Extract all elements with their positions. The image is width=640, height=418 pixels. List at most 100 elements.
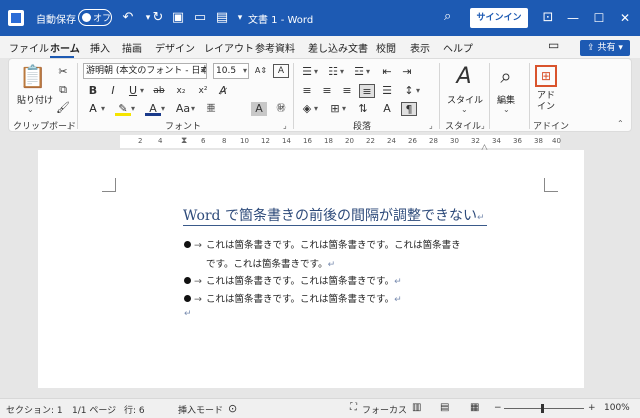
focus-label[interactable]: フォーカス (362, 403, 407, 416)
vertical-ruler[interactable] (0, 150, 13, 388)
document-heading[interactable]: Word で箇条書きの前後の間隔が調整できない↵ (183, 205, 485, 225)
paragraph-launcher-icon[interactable]: ⌟ (429, 121, 433, 130)
focus-icon[interactable]: ⛶ (350, 402, 357, 413)
line-spacing-dropdown-icon[interactable]: ▾ (416, 86, 420, 95)
enclosed-characters-icon[interactable]: ㊖ (273, 102, 289, 116)
text-effects-dropdown-icon[interactable]: ▾ (101, 104, 105, 113)
font-launcher-icon[interactable]: ⌟ (283, 121, 287, 130)
paste-label[interactable]: 貼り付け (17, 93, 53, 106)
paste-icon[interactable]: 📋 (19, 65, 46, 91)
read-mode-icon[interactable]: ▥ (412, 402, 421, 413)
maximize-icon[interactable]: ☐ (588, 8, 610, 28)
numbering-dropdown-icon[interactable]: ▾ (340, 67, 344, 76)
comments-icon[interactable]: ▭ (548, 38, 559, 52)
cut-icon[interactable]: ✂ (55, 65, 71, 79)
status-line[interactable]: 行: 6 (124, 403, 145, 416)
zoom-in-icon[interactable]: + (588, 403, 596, 413)
status-page[interactable]: 1/1 ページ (72, 403, 116, 416)
sign-in-button[interactable]: サインイン (470, 8, 528, 28)
styles-icon[interactable]: A (451, 63, 477, 91)
close-icon[interactable]: ✕ (614, 8, 636, 28)
customize-toolbar-icon[interactable]: ▾ (232, 10, 248, 26)
shading-dropdown-icon[interactable]: ▾ (314, 104, 318, 113)
tab-home[interactable]: ホーム (50, 40, 80, 55)
font-size-dropdown-icon[interactable]: ▾ (243, 66, 247, 75)
align-center-icon[interactable]: ≡ (319, 84, 335, 98)
asian-layout-icon[interactable]: A (379, 102, 395, 116)
open-folder-icon[interactable]: ▤ (214, 10, 230, 26)
increase-indent-icon[interactable]: ⇥ (399, 65, 415, 79)
zoom-slider-thumb[interactable] (541, 404, 544, 413)
indent-marker-icon[interactable]: ⧗ (181, 136, 187, 146)
format-painter-icon[interactable]: 🖌 (55, 101, 71, 115)
list-item[interactable]: → これは箇条書きです。これは箇条書きです。これは箇条書き (184, 237, 461, 251)
empty-paragraph-mark-icon[interactable]: ↵ (184, 309, 192, 319)
font-color-dropdown-icon[interactable]: ▾ (161, 104, 165, 113)
zoom-slider[interactable] (504, 408, 584, 409)
subscript-icon[interactable]: x₂ (173, 84, 189, 98)
list-item[interactable]: → これは箇条書きです。これは箇条書きです。↵ (184, 291, 402, 305)
tab-mailings[interactable]: 差し込み文書 (308, 40, 368, 55)
tab-design[interactable]: デザイン (155, 40, 195, 55)
show-formatting-marks-icon[interactable]: ¶ (401, 102, 417, 116)
tab-file[interactable]: ファイル (9, 40, 49, 55)
save-icon[interactable]: ▣ (170, 10, 186, 26)
accessibility-icon[interactable]: ⊙ (228, 402, 237, 415)
phonetic-guide-icon[interactable]: 亜 (203, 102, 219, 116)
borders-dropdown-icon[interactable]: ▾ (342, 104, 346, 113)
numbering-icon[interactable]: ☷ (325, 65, 341, 79)
shading-icon[interactable]: ◈ (299, 102, 315, 116)
status-section[interactable]: セクション: 1 (6, 403, 63, 416)
underline-dropdown-icon[interactable]: ▾ (140, 86, 144, 95)
font-name-box[interactable]: 游明朝 (本文のフォント - 日本語) (83, 63, 207, 79)
clipboard-launcher-icon[interactable]: ⌟ (67, 121, 71, 130)
tab-draw[interactable]: 描画 (122, 40, 142, 55)
align-left-icon[interactable]: ≡ (299, 84, 315, 98)
redo-icon[interactable]: ↻ (150, 10, 166, 26)
tab-layout[interactable]: レイアウト (204, 40, 254, 55)
search-icon[interactable]: ⌕ (444, 9, 451, 24)
clear-formatting-icon[interactable]: A̷ (215, 84, 231, 98)
highlight-icon[interactable]: ✎ (115, 102, 131, 116)
tab-review[interactable]: 校閲 (376, 40, 396, 55)
change-case-dropdown-icon[interactable]: ▾ (191, 104, 195, 113)
text-effects-icon[interactable]: A (85, 102, 101, 116)
distributed-icon[interactable]: ☰ (379, 84, 395, 98)
list-item[interactable]: → これは箇条書きです。これは箇条書きです。↵ (184, 273, 402, 287)
bullets-dropdown-icon[interactable]: ▾ (314, 67, 318, 76)
bold-icon[interactable]: B (85, 84, 101, 98)
font-color-icon[interactable]: A (145, 102, 161, 116)
line-spacing-icon[interactable]: ↕ (401, 84, 417, 98)
change-case-icon[interactable]: Aa (175, 102, 191, 116)
add-ins-label[interactable]: アド イン (537, 91, 555, 113)
tab-references[interactable]: 参考資料 (255, 40, 295, 55)
tab-insert[interactable]: 挿入 (90, 40, 110, 55)
styles-dropdown-icon[interactable]: ⌄ (461, 105, 468, 114)
italic-icon[interactable]: I (105, 84, 121, 98)
minimize-icon[interactable]: — (562, 8, 584, 28)
styles-launcher-icon[interactable]: ⌟ (481, 121, 485, 130)
font-size-change-icon[interactable]: A⇕ (253, 64, 269, 78)
find-icon[interactable]: ⌕ (493, 63, 519, 89)
editing-dropdown-icon[interactable]: ⌄ (503, 105, 510, 114)
add-ins-icon[interactable]: ⊞ (535, 65, 557, 87)
character-shading-icon[interactable]: A (251, 102, 267, 116)
undo-icon[interactable]: ↶ (120, 10, 136, 26)
collapse-ribbon-icon[interactable]: ⌃ (617, 119, 624, 128)
sort-icon[interactable]: ⇅ (355, 102, 371, 116)
bullets-icon[interactable]: ☰ (299, 65, 315, 79)
font-name-dropdown-icon[interactable]: ▾ (201, 66, 205, 75)
status-mode[interactable]: 挿入モード (178, 403, 223, 416)
web-layout-icon[interactable]: ▦ (470, 402, 479, 413)
superscript-icon[interactable]: x² (195, 84, 211, 98)
autosave-toggle[interactable]: オフ (78, 9, 112, 26)
ribbon-display-icon[interactable]: ⊡ (540, 10, 556, 26)
zoom-out-icon[interactable]: − (494, 403, 502, 413)
decrease-indent-icon[interactable]: ⇤ (379, 65, 395, 79)
new-document-icon[interactable]: ▭ (192, 10, 208, 26)
highlight-dropdown-icon[interactable]: ▾ (131, 104, 135, 113)
underline-icon[interactable]: U (125, 84, 141, 98)
justify-icon[interactable]: ≡ (359, 84, 375, 98)
align-right-icon[interactable]: ≡ (339, 84, 355, 98)
list-item-continuation[interactable]: です。これは箇条書きです。↵ (206, 256, 335, 270)
